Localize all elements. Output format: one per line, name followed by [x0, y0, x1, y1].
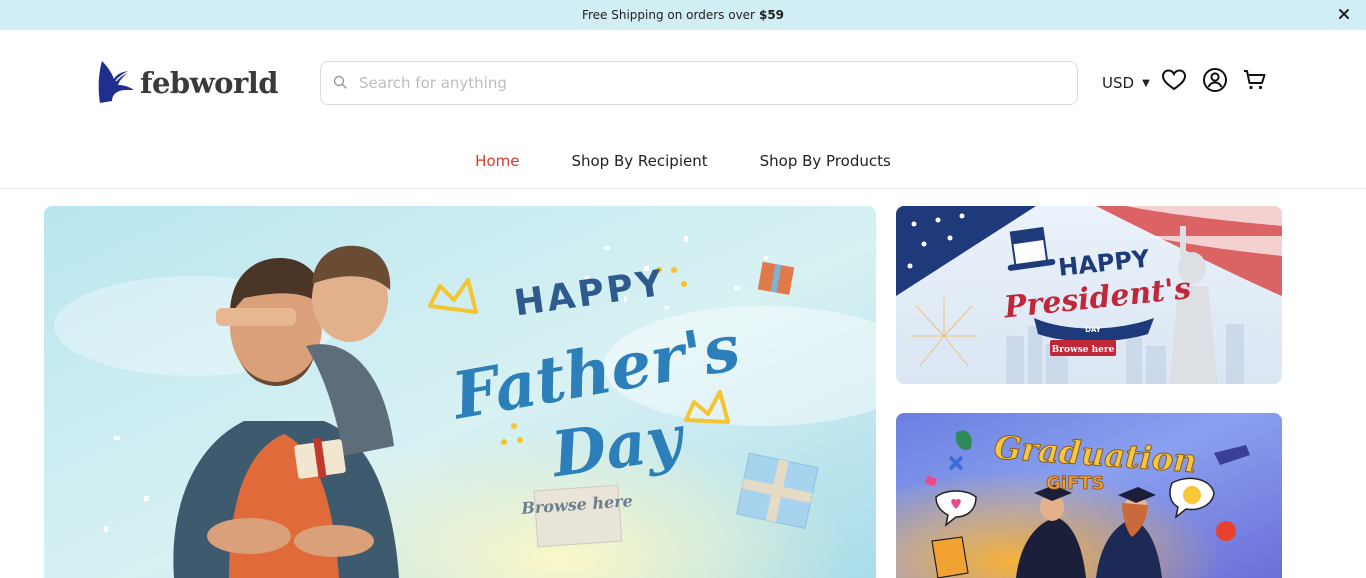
cart-icon[interactable] — [1242, 67, 1268, 93]
nav-item-shop-by-products[interactable]: Shop By Products — [760, 152, 891, 170]
logo-mark-icon — [96, 57, 136, 109]
brand-logo[interactable]: febworld — [96, 57, 279, 109]
presidents-day-banner[interactable]: HAPPY President's DAY Browse here — [896, 206, 1282, 384]
fathers-day-banner[interactable]: HAPPY Father's Day Browse here — [44, 206, 876, 578]
announcement-text: Free Shipping on orders over — [581, 8, 755, 22]
currency-label: USD — [1102, 74, 1135, 92]
presidents-day-cta[interactable]: Browse here — [1052, 345, 1115, 355]
close-icon[interactable] — [1336, 6, 1352, 22]
presidents-day-line3: DAY — [1085, 326, 1102, 334]
heart-icon[interactable] — [1161, 67, 1187, 93]
nav-item-home[interactable]: Home — [475, 152, 519, 170]
brand-name: febworld — [140, 66, 279, 100]
search-icon — [333, 74, 347, 93]
announcement-amount: $59 — [758, 8, 785, 22]
caret-down-icon: ▼ — [1142, 77, 1150, 89]
search-input[interactable] — [359, 74, 1039, 92]
announcement-bar: Free Shipping on orders over $59 — [0, 0, 1366, 30]
graduation-gifts-banner[interactable]: Graduation GiFTS — [896, 413, 1282, 578]
nav-divider — [0, 188, 1366, 189]
search-box[interactable] — [320, 61, 1078, 105]
graduation-line2: GiFTS — [1046, 473, 1104, 494]
nav-item-shop-by-recipient[interactable]: Shop By Recipient — [571, 152, 707, 170]
currency-selector[interactable]: USD ▼ — [1102, 72, 1150, 94]
main-nav: Home Shop By Recipient Shop By Products — [0, 140, 1366, 182]
account-icon[interactable] — [1202, 67, 1228, 93]
